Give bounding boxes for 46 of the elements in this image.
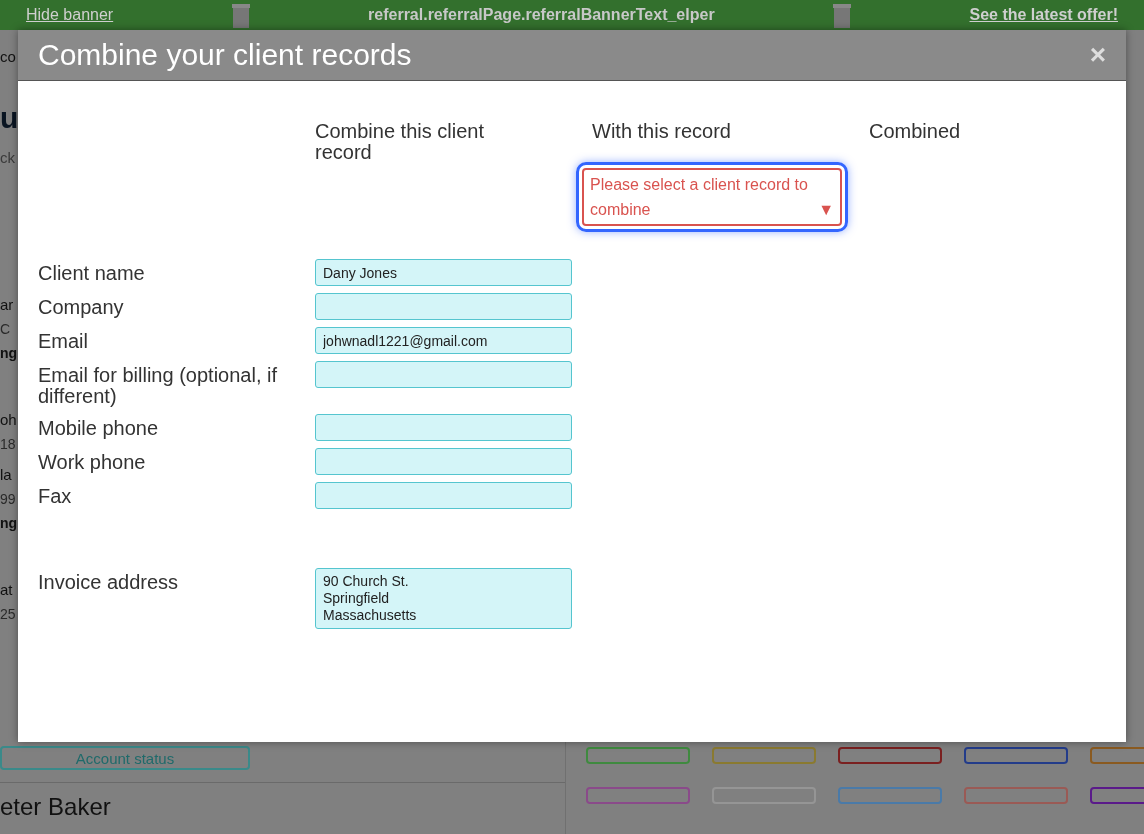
tag-pill[interactable]: [964, 747, 1068, 764]
cut-off-text: 99: [0, 491, 16, 507]
field-label: Email for billing (optional, if different): [38, 363, 278, 407]
cut-off-text: 18: [0, 436, 16, 452]
cut-off-text: co: [0, 48, 16, 65]
tag-pill[interactable]: [838, 787, 942, 804]
dialog-title: Combine your client records: [38, 38, 412, 72]
text-field[interactable]: johwnadl1221@gmail.com: [315, 327, 572, 354]
banner-text: referral.referralPage.referralBannerText_elper: [368, 6, 715, 24]
tag-pill[interactable]: [838, 747, 942, 764]
address-field[interactable]: 90 Church St. Springfield Massachusetts: [315, 568, 572, 629]
tag-pill[interactable]: [586, 747, 690, 764]
field-label: Email: [38, 329, 89, 352]
hide-banner-link[interactable]: Hide banner: [26, 6, 114, 24]
latest-offer-link[interactable]: See the latest offer!: [969, 6, 1118, 24]
column-heading: Combine this client record: [315, 121, 485, 163]
cut-off-text: 25: [0, 606, 16, 622]
field-label: Mobile phone: [38, 416, 160, 439]
cut-off-text: C: [0, 321, 11, 337]
client-record-dropdown[interactable]: Please select a client record to combine ▼: [582, 168, 842, 226]
text-field[interactable]: Dany Jones: [315, 259, 572, 286]
cut-off-text: oh: [0, 411, 17, 428]
text-field[interactable]: [315, 482, 572, 509]
text-field[interactable]: [315, 448, 572, 475]
column-heading: Combined: [869, 121, 962, 142]
close-button[interactable]: ×: [1089, 41, 1106, 69]
field-label: Invoice address: [38, 570, 180, 593]
cut-off-text: ng: [0, 345, 18, 361]
text-field[interactable]: [315, 361, 572, 388]
text-field[interactable]: [315, 293, 572, 320]
client-name: eter Baker: [0, 793, 112, 821]
field-label: Work phone: [38, 450, 147, 473]
tag-pill[interactable]: [586, 787, 690, 804]
text-field[interactable]: [315, 414, 572, 441]
cut-off-text: ar: [0, 296, 14, 313]
cut-off-text: ng: [0, 515, 18, 531]
cut-off-text: ck: [0, 149, 15, 166]
field-label: Client name: [38, 261, 146, 284]
cut-off-text: u: [0, 101, 19, 135]
field-label: Company: [38, 295, 125, 318]
column-heading: With this record: [592, 121, 732, 142]
tag-pill[interactable]: [964, 787, 1068, 804]
cut-off-text: at: [0, 581, 13, 598]
cut-off-text: la: [0, 466, 12, 483]
tag-pill[interactable]: [712, 747, 816, 764]
field-label: Fax: [38, 484, 73, 507]
